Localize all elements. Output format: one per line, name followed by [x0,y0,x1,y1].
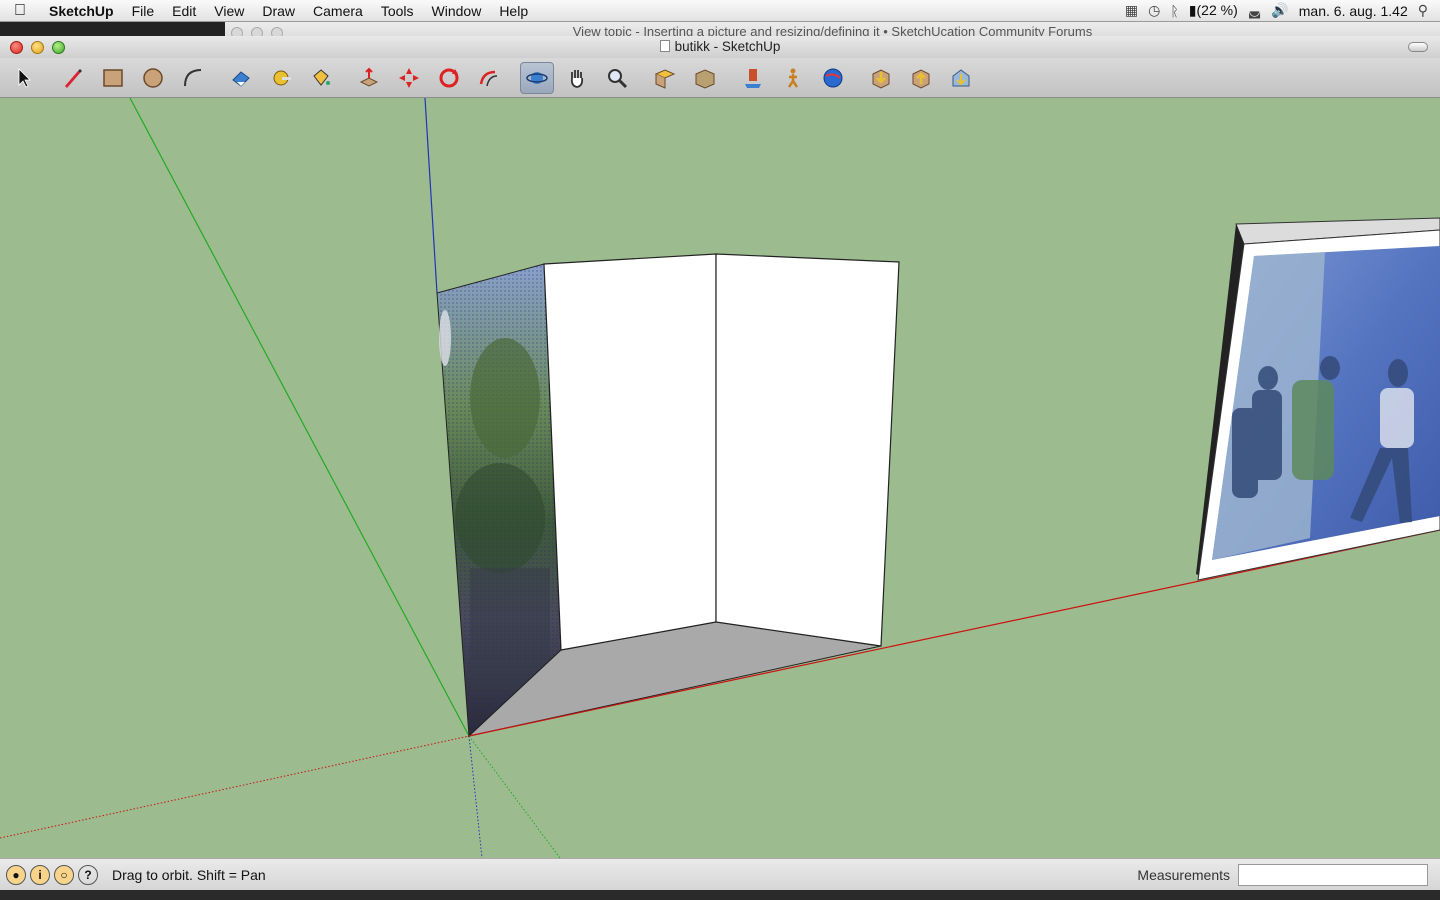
menu-app[interactable]: SketchUp [40,0,123,22]
window-titlebar[interactable]: butikk - SketchUp [0,36,1440,58]
measurements-input[interactable] [1238,863,1428,886]
push-pull-icon [359,67,379,87]
get-models-icon [872,68,890,89]
arrow-cursor-icon [18,67,31,88]
follow-me-tool-button[interactable] [472,62,506,94]
arc-tool-button[interactable] [176,62,210,94]
eraser-icon [232,70,250,87]
red-axis-dotted [0,735,470,839]
battery-icon[interactable]: ▮(22 %) [1189,2,1238,19]
menu-camera[interactable]: Camera [304,0,372,22]
position-camera-icon [745,68,761,88]
zoom-extents-tool-button[interactable] [648,62,682,94]
system-menubar:  SketchUp File Edit View Draw Camera To… [0,0,1440,22]
status-menus: ▦ ◷ ᚱ ▮(22 %) ◛ 🔊 man. 6. aug. 1.42 ⚲ [1125,2,1440,19]
pencil-tool-button[interactable] [56,62,90,94]
globe-icon [823,68,843,87]
share-model-tool-button[interactable] [904,62,938,94]
back-wall-right-face [715,253,900,647]
blue-axis-dotted [468,735,483,858]
select-tool-button[interactable] [8,62,42,94]
spotlight-search-icon[interactable]: ⚲ [1418,2,1428,19]
document-icon [659,40,670,52]
status-hint: Drag to orbit. Shift = Pan [112,866,266,883]
blue-axis-line [424,98,438,294]
orbit-icon [526,71,548,84]
google-earth-tool-button[interactable] [816,62,850,94]
tape-measure-tool-button[interactable] [264,62,298,94]
geolocation-icon[interactable]: ● [6,864,26,885]
menu-view[interactable]: View [205,0,253,22]
eraser-tool-button[interactable] [224,62,258,94]
back-wall-left-face [543,253,717,651]
previous-view-icon [695,68,715,89]
menu-draw[interactable]: Draw [253,0,304,22]
menubar-clock[interactable]: man. 6. aug. 1.42 [1299,3,1408,19]
orbit-tool-button[interactable] [520,61,554,94]
pencil-icon [65,68,82,88]
measurements-label: Measurements [1137,866,1230,883]
close-window-button[interactable] [10,41,23,54]
walk-icon [787,68,799,88]
left-photo-face [436,263,562,738]
user-icon[interactable]: ○ [54,864,74,885]
hand-icon [570,69,584,88]
zoom-extents-icon [654,68,676,89]
bluetooth-icon[interactable]: ᚱ [1170,3,1178,19]
menu-help[interactable]: Help [490,0,537,22]
zoom-tool-button[interactable] [600,62,634,94]
move-icon [399,67,419,88]
wifi-icon[interactable]: ◛ [1248,2,1262,19]
push-pull-tool-button[interactable] [352,62,386,94]
position-camera-tool-button[interactable] [736,62,770,94]
green-axis-line [129,98,470,737]
green-axis-dotted [468,735,561,858]
pan-tool-button[interactable] [560,62,594,94]
place-model-tool-button[interactable] [944,62,978,94]
window-title: butikk - SketchUp [674,39,781,54]
rotate-tool-button[interactable] [432,62,466,94]
main-toolbar [0,58,1440,98]
time-machine-icon[interactable]: ◷ [1148,2,1160,19]
circle-tool-button[interactable] [136,62,170,94]
apple-menu-icon[interactable]:  [0,2,40,20]
menu-tools[interactable]: Tools [372,0,423,22]
walk-tool-button[interactable] [776,62,810,94]
circle-icon [143,67,163,88]
move-tool-button[interactable] [392,62,426,94]
zoom-window-button[interactable] [52,41,65,54]
previous-view-tool-button[interactable] [688,62,722,94]
drawing-viewport[interactable] [0,98,1440,858]
menu-window[interactable]: Window [423,0,491,22]
rectangle-icon [103,68,123,87]
rotate-icon [439,68,459,87]
menu-edit[interactable]: Edit [163,0,205,22]
window-bottom-edge [0,890,1440,900]
tape-measure-icon [273,70,291,85]
paint-bucket-tool-button[interactable] [304,62,338,94]
paint-bucket-icon [313,68,330,86]
rectangle-tool-button[interactable] [96,62,130,94]
place-model-icon [952,68,970,86]
get-models-tool-button[interactable] [864,62,898,94]
credits-icon[interactable]: i [30,864,50,885]
magnifier-icon [608,68,628,88]
sketchup-window: butikk - SketchUp ● i ○ ? Drag to orbit.… [0,36,1440,900]
minimize-window-button[interactable] [31,41,44,54]
battery-percent: (22 %) [1196,2,1238,18]
arc-icon [184,68,202,86]
spaces-icon[interactable]: ▦ [1125,2,1138,19]
scene-canvas[interactable] [0,98,1440,858]
menu-file[interactable]: File [123,0,164,22]
right-photo-frame [1196,217,1440,581]
traffic-lights [10,41,65,54]
share-model-icon [912,68,930,89]
status-bar: ● i ○ ? Drag to orbit. Shift = Pan Measu… [0,858,1440,890]
volume-icon[interactable]: 🔊 [1271,2,1288,19]
toolbar-toggle-button[interactable] [1408,42,1428,52]
help-icon[interactable]: ? [78,864,98,885]
follow-me-icon [479,70,498,86]
